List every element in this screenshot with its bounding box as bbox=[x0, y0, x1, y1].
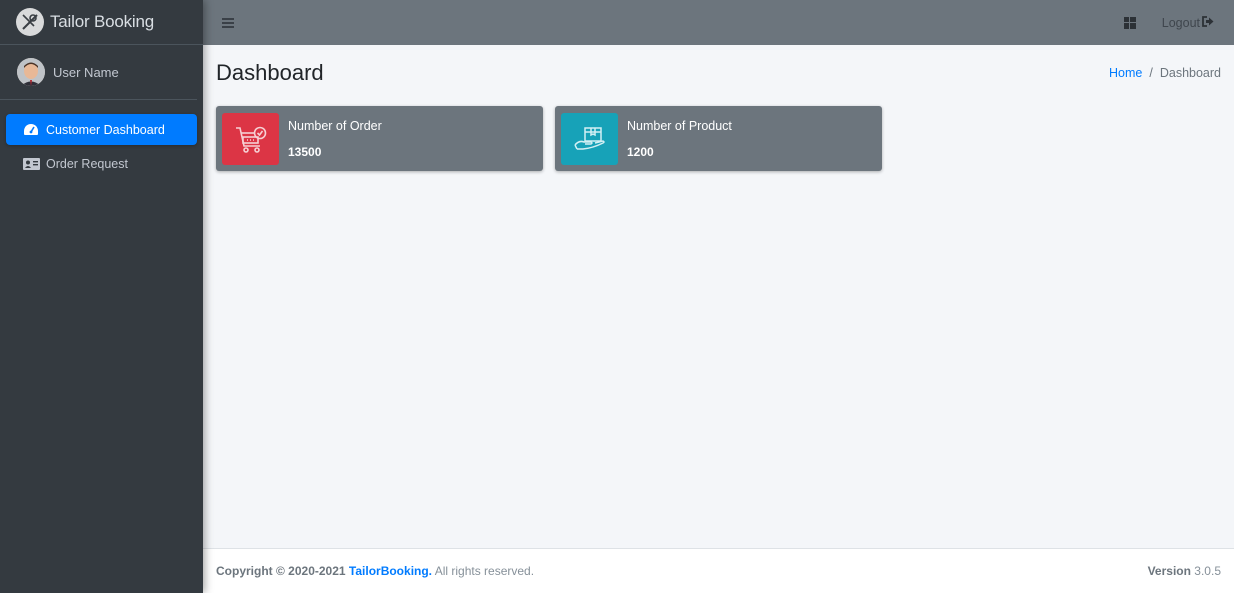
tachometer-icon bbox=[22, 123, 40, 137]
sidebar-nav: Customer Dashboard Order Request bbox=[0, 100, 203, 179]
page-title: Dashboard bbox=[216, 59, 324, 85]
footer-brand-link[interactable]: TailorBooking. bbox=[349, 564, 432, 578]
rights-text: All rights reserved. bbox=[434, 564, 535, 578]
top-navbar: Logout bbox=[203, 0, 1234, 45]
brand-link[interactable]: Tailor Booking bbox=[0, 0, 203, 45]
user-name[interactable]: User Name bbox=[53, 65, 119, 80]
breadcrumb-separator: / bbox=[1149, 65, 1153, 80]
copyright: Copyright © 2020-2021 TailorBooking. All… bbox=[216, 564, 534, 578]
id-card-icon bbox=[22, 157, 40, 171]
version-label: Version bbox=[1147, 564, 1191, 578]
sign-out-icon bbox=[1202, 15, 1214, 30]
breadcrumb-current: Dashboard bbox=[1159, 65, 1221, 80]
info-box-label: Number of Order bbox=[288, 118, 382, 133]
grid-icon[interactable] bbox=[1123, 16, 1136, 29]
breadcrumb-home[interactable]: Home bbox=[1109, 66, 1142, 80]
sidebar-item-order-request[interactable]: Order Request bbox=[6, 148, 197, 179]
content-wrapper: Dashboard Home / Dashboard Number of Ord… bbox=[203, 45, 1234, 548]
hamburger-icon[interactable] bbox=[222, 17, 234, 28]
info-box-products[interactable]: Number of Product 1200 bbox=[555, 106, 882, 171]
version-value: 3.0.5 bbox=[1194, 564, 1221, 578]
tailor-logo-icon bbox=[16, 8, 44, 36]
copyright-text: Copyright © 2020-2021 bbox=[216, 564, 346, 578]
sidebar-item-label: Order Request bbox=[46, 156, 128, 171]
sidebar: Tailor Booking User Name Customer Dashbo… bbox=[0, 0, 203, 593]
logout-label: Logout bbox=[1161, 15, 1200, 30]
user-avatar bbox=[17, 58, 45, 86]
user-panel[interactable]: User Name bbox=[0, 45, 197, 100]
hand-box-icon bbox=[561, 112, 618, 165]
info-box-orders[interactable]: Number of Order 13500 bbox=[216, 106, 543, 171]
breadcrumb: Home / Dashboard bbox=[1109, 66, 1221, 80]
info-box-label: Number of Product bbox=[627, 118, 732, 133]
info-box-value: 1200 bbox=[627, 144, 654, 159]
version-info: Version 3.0.5 bbox=[1148, 564, 1221, 578]
content-header: Dashboard Home / Dashboard bbox=[216, 45, 1221, 100]
logout-button[interactable]: Logout bbox=[1162, 16, 1214, 30]
footer: Copyright © 2020-2021 TailorBooking. All… bbox=[203, 548, 1234, 593]
sidebar-item-customer-dashboard[interactable]: Customer Dashboard bbox=[6, 114, 197, 145]
sidebar-item-label: Customer Dashboard bbox=[46, 122, 165, 137]
cart-check-icon bbox=[222, 112, 279, 165]
info-boxes: Number of Order 13500 Number of Product … bbox=[216, 106, 1221, 171]
info-box-value: 13500 bbox=[288, 144, 322, 159]
brand-title: Tailor Booking bbox=[50, 12, 154, 31]
